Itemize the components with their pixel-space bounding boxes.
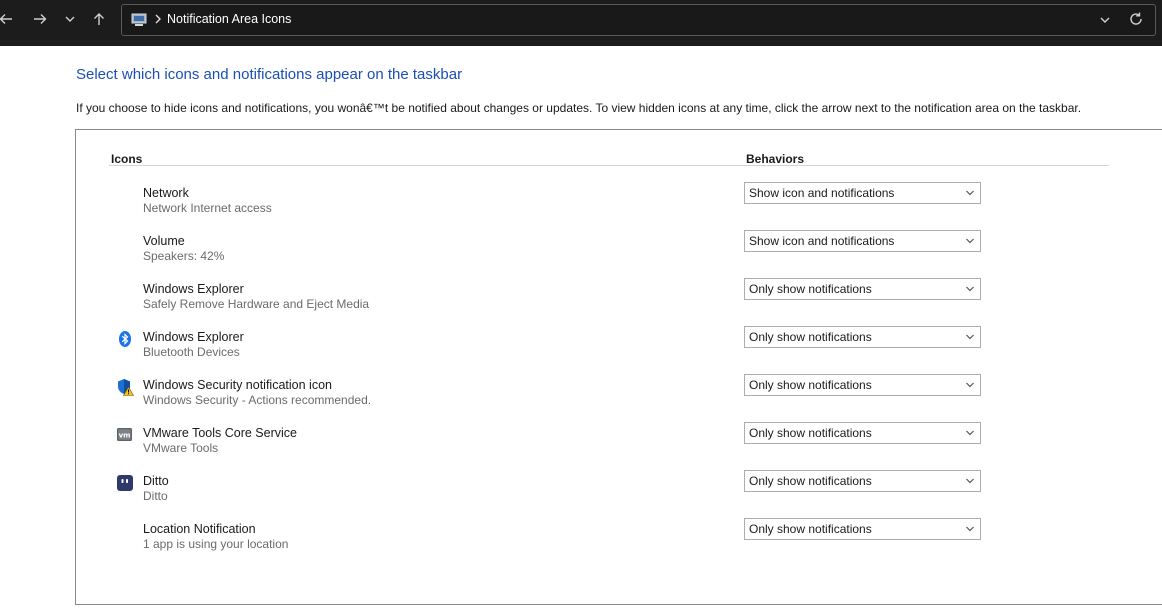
chevron-down-icon bbox=[966, 478, 974, 484]
item-description: Bluetooth Devices bbox=[143, 345, 240, 359]
chevron-down-icon bbox=[65, 16, 75, 22]
item-name: Network bbox=[143, 186, 189, 200]
behavior-select[interactable]: Only show notifications bbox=[744, 278, 981, 300]
item-name: Windows Explorer bbox=[143, 282, 244, 296]
chevron-down-icon bbox=[966, 430, 974, 436]
breadcrumb-location[interactable]: Notification Area Icons bbox=[167, 12, 291, 26]
forward-arrow-icon bbox=[34, 14, 47, 24]
item-description: 1 app is using your location bbox=[143, 537, 289, 551]
behavior-value: Only show notifications bbox=[749, 522, 872, 536]
back-arrow-icon bbox=[0, 14, 12, 24]
item-name: Location Notification bbox=[143, 522, 256, 536]
back-button[interactable] bbox=[0, 8, 18, 30]
behavior-value: Only show notifications bbox=[749, 330, 872, 344]
list-item: Windows Explorer Bluetooth Devices Only … bbox=[112, 326, 992, 370]
up-button[interactable] bbox=[87, 8, 111, 30]
item-name: Windows Explorer bbox=[143, 330, 244, 344]
bluetooth-icon bbox=[119, 331, 131, 347]
address-bar[interactable]: Notification Area Icons bbox=[121, 4, 1156, 36]
chevron-down-icon bbox=[966, 334, 974, 340]
icons-column-header: Icons bbox=[111, 152, 143, 166]
list-item: Volume Speakers: 42% Show icon and notif… bbox=[112, 230, 992, 274]
behavior-select[interactable]: Only show notifications bbox=[744, 374, 981, 396]
list-item: Location Notification 1 app is using you… bbox=[112, 518, 992, 562]
chevron-down-icon bbox=[966, 526, 974, 532]
item-description: Windows Security - Actions recommended. bbox=[143, 393, 372, 407]
behavior-select[interactable]: Only show notifications bbox=[744, 518, 981, 540]
item-name: Ditto bbox=[143, 474, 169, 488]
behavior-select[interactable]: Show icon and notifications bbox=[744, 230, 981, 252]
svg-text:vm: vm bbox=[119, 432, 131, 440]
behavior-value: Show icon and notifications bbox=[749, 186, 895, 200]
chevron-down-icon bbox=[966, 382, 974, 388]
item-description: Ditto bbox=[143, 489, 168, 503]
vmware-icon: vm bbox=[117, 428, 132, 441]
behavior-select[interactable]: Only show notifications bbox=[744, 326, 981, 348]
chevron-down-icon bbox=[966, 238, 974, 244]
list-item: vm VMware Tools Core Service VMware Tool… bbox=[112, 422, 992, 466]
windows-security-warning-icon bbox=[118, 379, 134, 396]
item-description: Safely Remove Hardware and Eject Media bbox=[143, 297, 370, 311]
list-item: Windows Security notification icon Windo… bbox=[112, 374, 992, 418]
refresh-icon[interactable] bbox=[1128, 11, 1144, 27]
list-item: Windows Explorer Safely Remove Hardware … bbox=[112, 278, 992, 322]
item-name: Windows Security notification icon bbox=[143, 378, 332, 392]
page-description: If you choose to hide icons and notifica… bbox=[76, 101, 1082, 115]
behaviors-column-header: Behaviors bbox=[746, 152, 805, 166]
chevron-down-icon bbox=[966, 286, 974, 292]
item-description: Speakers: 42% bbox=[143, 249, 225, 263]
behavior-value: Only show notifications bbox=[749, 282, 872, 296]
item-name: VMware Tools Core Service bbox=[143, 426, 297, 440]
address-toolbar: Notification Area Icons bbox=[0, 0, 1162, 46]
up-arrow-icon bbox=[94, 13, 104, 25]
list-item: Ditto Ditto Only show notifications bbox=[112, 470, 992, 514]
behavior-select[interactable]: Show icon and notifications bbox=[744, 182, 981, 204]
item-description: Network Internet access bbox=[143, 201, 272, 215]
behavior-value: Only show notifications bbox=[749, 426, 872, 440]
page-title: Select which icons and notifications app… bbox=[76, 66, 463, 83]
item-name: Volume bbox=[143, 234, 185, 248]
recent-locations-button[interactable] bbox=[58, 8, 82, 30]
ditto-icon bbox=[117, 475, 133, 491]
address-history-chevron-icon[interactable] bbox=[1097, 13, 1113, 27]
forward-button[interactable] bbox=[28, 8, 52, 30]
behavior-value: Only show notifications bbox=[749, 378, 872, 392]
breadcrumb-chevron-icon bbox=[155, 14, 161, 24]
item-description: VMware Tools bbox=[143, 441, 219, 455]
header-divider bbox=[109, 165, 1109, 166]
behavior-value: Show icon and notifications bbox=[749, 234, 895, 248]
behavior-value: Only show notifications bbox=[749, 474, 872, 488]
behavior-select[interactable]: Only show notifications bbox=[744, 470, 981, 492]
behavior-select[interactable]: Only show notifications bbox=[744, 422, 981, 444]
icons-panel: Icons Behaviors Network Network Internet… bbox=[75, 129, 1162, 605]
chevron-down-icon bbox=[966, 190, 974, 196]
list-item: Network Network Internet access Show ico… bbox=[112, 182, 992, 226]
control-panel-icon bbox=[131, 13, 147, 26]
